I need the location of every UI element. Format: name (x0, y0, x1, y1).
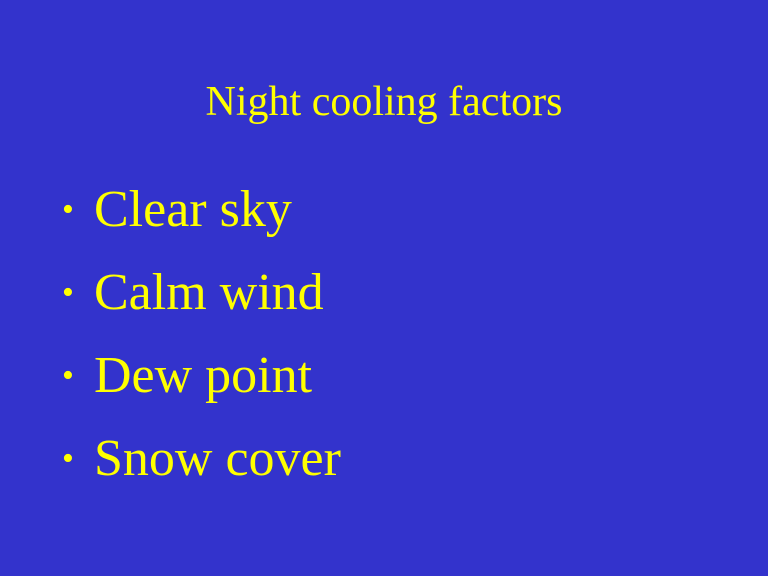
bullet-icon: • (62, 191, 74, 228)
bullet-icon: • (62, 440, 74, 477)
bullet-icon: • (62, 274, 74, 311)
slide-title: Night cooling factors (205, 79, 563, 125)
bullet-item-snow-cover: • Snow cover (62, 427, 712, 510)
bullet-text: Snow cover (94, 430, 341, 487)
slide: Night cooling factors • Clear sky • Calm w… (0, 0, 768, 576)
bullet-item-clear-sky: • Clear sky (62, 178, 712, 261)
bullet-item-calm-wind: • Calm wind (62, 261, 712, 344)
bullet-icon: • (62, 357, 74, 394)
bullet-text: Calm wind (94, 264, 324, 321)
bullet-item-dew-point: • Dew point (62, 344, 712, 427)
bullet-text: Clear sky (94, 181, 292, 238)
bullet-text: Dew point (94, 347, 313, 404)
bullet-list: • Clear sky • Calm wind • Dew point • Snow c… (62, 178, 712, 510)
